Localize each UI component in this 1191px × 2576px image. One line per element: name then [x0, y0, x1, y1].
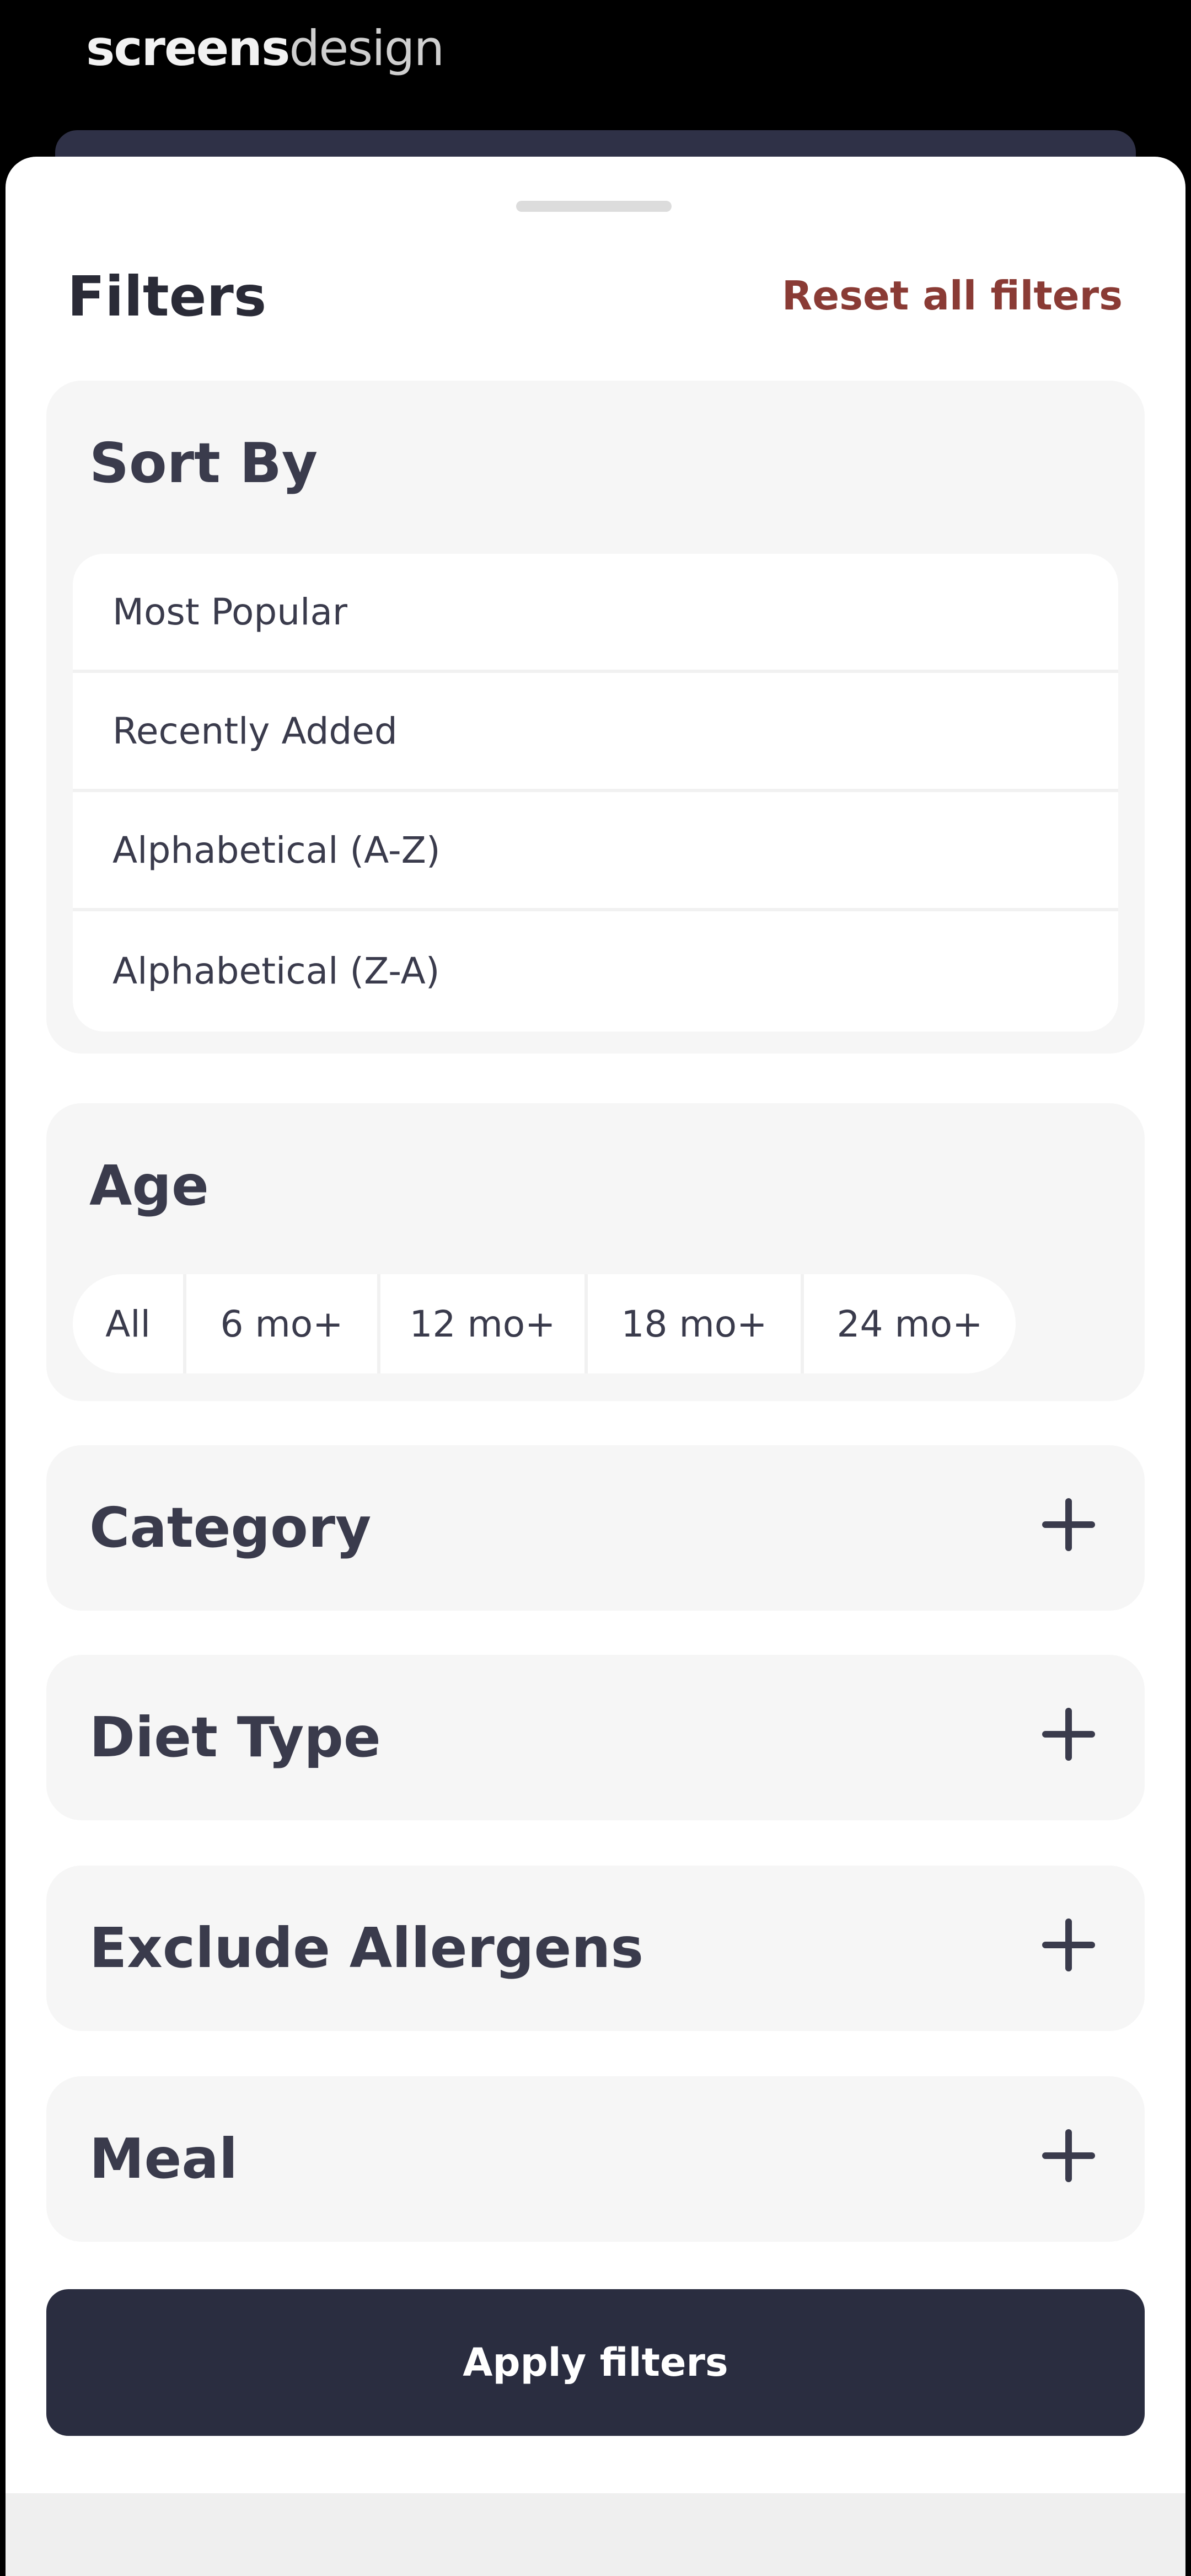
meal-section[interactable]: Meal: [46, 2076, 1145, 2242]
exclude-allergens-title: Exclude Allergens: [89, 1916, 643, 1980]
age-chip-24mo[interactable]: 24 mo+: [804, 1274, 1016, 1373]
reset-all-filters-link[interactable]: Reset all filters: [782, 276, 1123, 316]
age-chip-12mo[interactable]: 12 mo+: [380, 1274, 588, 1373]
age-chip-18mo[interactable]: 18 mo+: [588, 1274, 804, 1373]
sort-by-title: Sort By: [89, 431, 318, 495]
bottom-bar: [6, 2493, 1185, 2576]
age-chip-all[interactable]: All: [73, 1274, 186, 1373]
sort-option-alphabetical-az[interactable]: Alphabetical (A-Z): [73, 792, 1118, 911]
brand-logo: screensdesign: [86, 24, 444, 73]
diet-type-section[interactable]: Diet Type: [46, 1655, 1145, 1820]
plus-icon[interactable]: [1042, 2129, 1095, 2182]
sort-option-recently-added[interactable]: Recently Added: [73, 673, 1118, 792]
plus-icon[interactable]: [1042, 1498, 1095, 1551]
age-title: Age: [89, 1153, 209, 1218]
brand-logo-part1: screens: [86, 20, 290, 77]
meal-title: Meal: [89, 2126, 238, 2191]
age-section: Age All 6 mo+ 12 mo+ 18 mo+ 24 mo+: [46, 1103, 1145, 1401]
plus-icon[interactable]: [1042, 1918, 1095, 1971]
sort-by-section: Sort By Most Popular Recently Added Alph…: [46, 381, 1145, 1054]
diet-type-title: Diet Type: [89, 1705, 381, 1770]
sort-options-list: Most Popular Recently Added Alphabetical…: [73, 554, 1118, 1032]
sort-option-alphabetical-za[interactable]: Alphabetical (Z-A): [73, 911, 1118, 1030]
brand-logo-part2: design: [289, 20, 444, 77]
sort-option-most-popular[interactable]: Most Popular: [73, 554, 1118, 673]
sheet-drag-handle[interactable]: [516, 201, 672, 212]
exclude-allergens-section[interactable]: Exclude Allergens: [46, 1866, 1145, 2031]
page-title: Filters: [67, 264, 267, 329]
plus-icon[interactable]: [1042, 1708, 1095, 1761]
age-chip-6mo[interactable]: 6 mo+: [186, 1274, 380, 1373]
age-chip-group: All 6 mo+ 12 mo+ 18 mo+ 24 mo+: [73, 1274, 1016, 1373]
category-section[interactable]: Category: [46, 1445, 1145, 1611]
category-title: Category: [89, 1495, 372, 1560]
apply-filters-button[interactable]: Apply filters: [46, 2289, 1145, 2436]
